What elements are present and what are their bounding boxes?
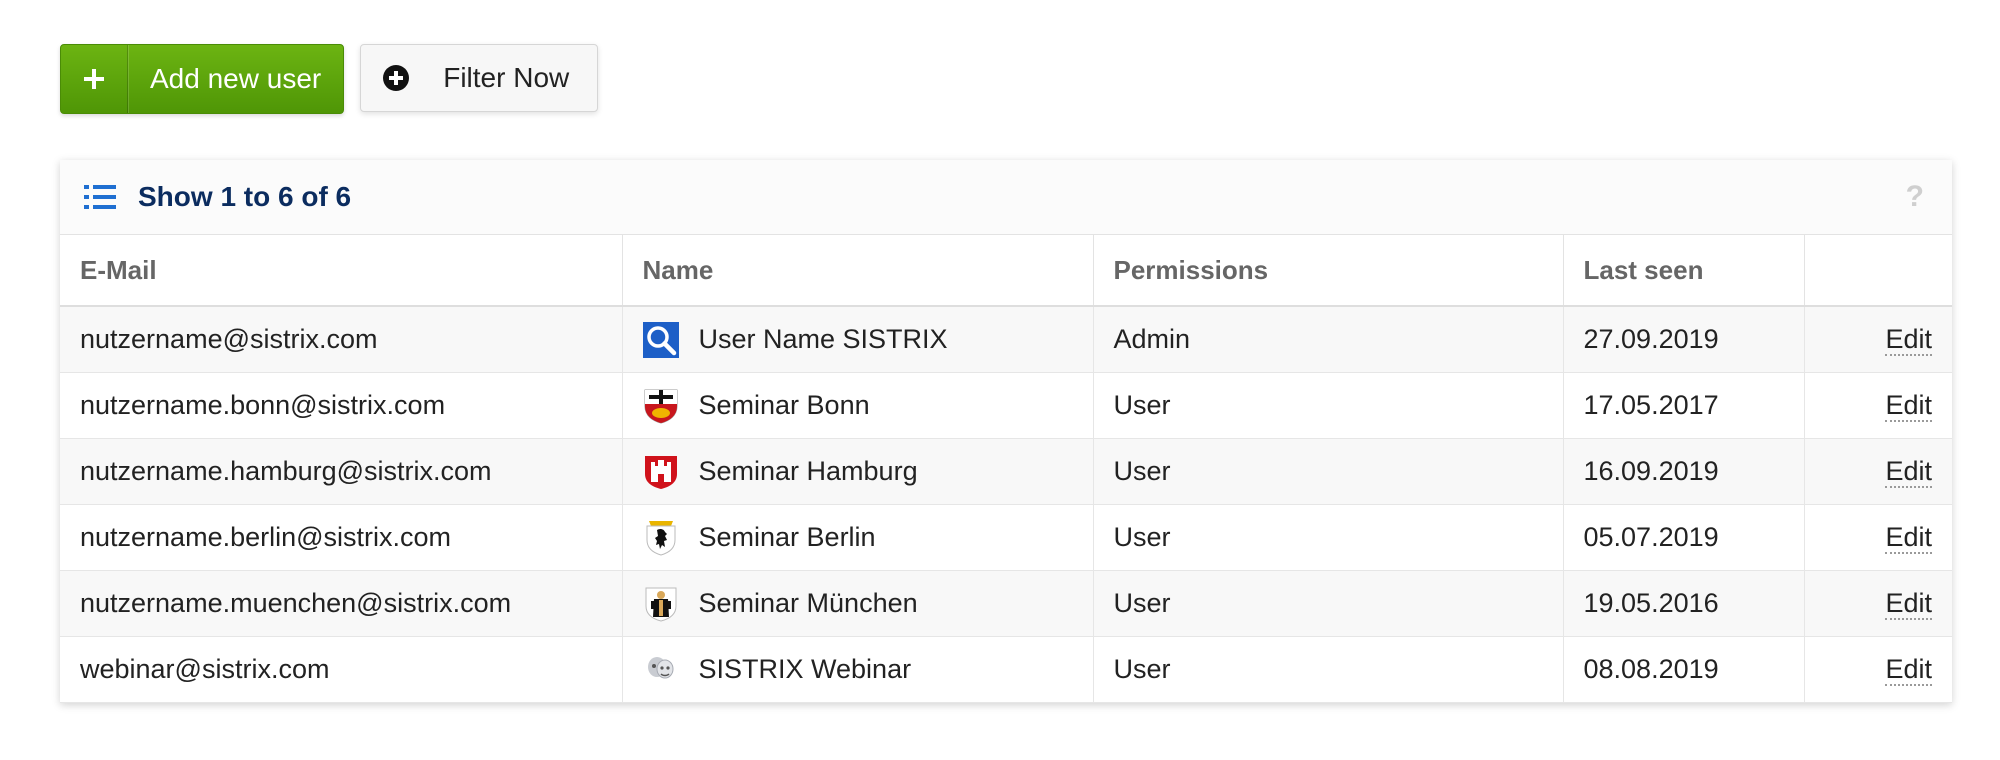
name-cell: Seminar Berlin [622, 504, 1094, 571]
table-row: nutzername@sistrix.com User Name SISTRIX… [60, 306, 1952, 373]
permissions-cell: User [1093, 438, 1564, 505]
last-seen-cell: 05.07.2019 [1563, 504, 1805, 571]
email-cell: nutzername.muenchen@sistrix.com [60, 570, 623, 637]
actions-cell: Edit [1804, 372, 1952, 439]
bonn-coat-of-arms-icon [644, 389, 677, 424]
name-cell: Seminar München [622, 570, 1094, 637]
permissions-cell: User [1093, 372, 1564, 439]
user-name: Seminar München [698, 588, 918, 618]
permissions-cell: User [1093, 636, 1564, 703]
column-header-actions [1804, 235, 1952, 307]
user-name: Seminar Bonn [698, 390, 870, 420]
table-row: nutzername.hamburg@sistrix.com Seminar H… [60, 438, 1952, 505]
table-row: nutzername.bonn@sistrix.com Seminar Bonn… [60, 372, 1952, 439]
actions-cell: Edit [1804, 636, 1952, 703]
name-cell: Seminar Bonn [622, 372, 1094, 439]
filter-now-button[interactable]: Filter Now [360, 44, 599, 112]
edit-link[interactable]: Edit [1885, 390, 1932, 422]
actions-cell: Edit [1804, 570, 1952, 637]
last-seen-cell: 27.09.2019 [1563, 306, 1805, 373]
column-header-permissions[interactable]: Permissions [1093, 235, 1564, 307]
berlin-coat-of-arms-icon [646, 520, 675, 556]
table-row: webinar@sistrix.com SISTRIX Webinar User… [60, 636, 1952, 703]
hamburg-coat-of-arms-icon [644, 455, 677, 489]
edit-link[interactable]: Edit [1885, 324, 1932, 356]
last-seen-cell: 19.05.2016 [1563, 570, 1805, 637]
filter-now-label: Filter Now [443, 62, 570, 93]
user-name: Seminar Berlin [698, 522, 876, 552]
email-cell: nutzername.bonn@sistrix.com [60, 372, 623, 439]
permissions-cell: User [1093, 570, 1564, 637]
users-panel: Show 1 to 6 of 6 ? E-Mail Name Permissio… [60, 160, 1952, 703]
actions-cell: Edit [1804, 306, 1952, 373]
permissions-cell: User [1093, 504, 1564, 571]
name-cell: User Name SISTRIX [622, 306, 1094, 373]
panel-header: Show 1 to 6 of 6 ? [60, 160, 1952, 235]
user-name: SISTRIX Webinar [698, 654, 912, 684]
webinar-icon [647, 656, 673, 678]
actions-cell: Edit [1804, 504, 1952, 571]
column-header-email[interactable]: E-Mail [60, 235, 623, 307]
name-cell: Seminar Hamburg [622, 438, 1094, 505]
edit-link[interactable]: Edit [1885, 522, 1932, 554]
email-cell: nutzername.hamburg@sistrix.com [60, 438, 623, 505]
table-row: nutzername.muenchen@sistrix.com Seminar … [60, 570, 1952, 637]
last-seen-cell: 16.09.2019 [1563, 438, 1805, 505]
edit-link[interactable]: Edit [1885, 456, 1932, 488]
edit-link[interactable]: Edit [1885, 588, 1932, 620]
email-cell: webinar@sistrix.com [60, 636, 623, 703]
permissions-cell: Admin [1093, 306, 1564, 373]
plus-icon [61, 45, 128, 113]
help-icon[interactable]: ? [1906, 180, 1924, 214]
plus-circle-icon [361, 64, 431, 92]
list-icon [84, 185, 116, 209]
users-table: E-Mail Name Permissions Last seen nutzer… [60, 235, 1952, 703]
magnifier-icon [642, 321, 679, 358]
table-row: nutzername.berlin@sistrix.com Seminar Be… [60, 504, 1952, 571]
table-header-row: E-Mail Name Permissions Last seen [60, 235, 1952, 307]
user-name: Seminar Hamburg [698, 456, 918, 486]
edit-link[interactable]: Edit [1885, 654, 1932, 686]
panel-title: Show 1 to 6 of 6 [138, 181, 352, 212]
column-header-name[interactable]: Name [622, 235, 1094, 307]
muenchen-coat-of-arms-icon [645, 587, 676, 622]
user-name: User Name SISTRIX [698, 324, 948, 354]
email-cell: nutzername.berlin@sistrix.com [60, 504, 623, 571]
last-seen-cell: 17.05.2017 [1563, 372, 1805, 439]
toolbar: Add new user Filter Now [60, 44, 599, 114]
add-user-button[interactable]: Add new user [60, 44, 345, 114]
actions-cell: Edit [1804, 438, 1952, 505]
column-header-last-seen[interactable]: Last seen [1563, 235, 1805, 307]
add-user-label: Add new user [150, 63, 322, 94]
name-cell: SISTRIX Webinar [622, 636, 1094, 703]
email-cell: nutzername@sistrix.com [60, 306, 623, 373]
last-seen-cell: 08.08.2019 [1563, 636, 1805, 703]
